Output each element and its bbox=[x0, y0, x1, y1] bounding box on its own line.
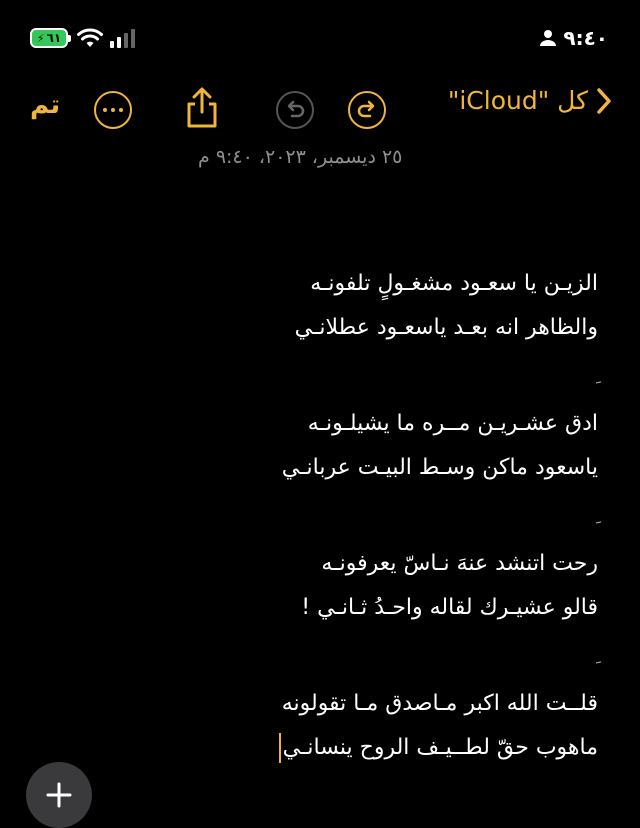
undo-button[interactable] bbox=[276, 91, 314, 129]
poem-line: قلــت الله اكبر مـاصدق مـا تقولونه bbox=[281, 691, 598, 716]
stanza: ادق عشـريـن مــره ما يشيلـونـه ياسعود ما… bbox=[38, 402, 598, 490]
stanza: قلــت الله اكبر مـاصدق مـا تقولونه ماهوب… bbox=[38, 682, 598, 770]
poem-line: الزيـن يا سعـود مشغـولٍ تلفونـه bbox=[310, 271, 598, 296]
redo-icon bbox=[357, 100, 375, 118]
note-body[interactable]: الزيـن يا سعـود مشغـولٍ تلفونـه والظاهر … bbox=[38, 262, 598, 770]
poem-line: قالو عشيـرك لقاله واحـدُ ثـانـي ! bbox=[301, 595, 598, 620]
stanza: الزيـن يا سعـود مشغـولٍ تلفونـه والظاهر … bbox=[38, 262, 598, 350]
status-bar: ⚡ ٦١ ٩:٤٠ bbox=[0, 22, 640, 56]
poem-line: ياسعود ماكن وسـط البيـت عربانـي bbox=[281, 455, 598, 480]
note-toolbar: تم كل "iCloud" bbox=[0, 82, 640, 138]
more-icon bbox=[101, 108, 125, 112]
person-icon bbox=[540, 30, 557, 46]
poem-line: رحت اتنشد عنهَ نـاسّ يعرفونـه bbox=[321, 551, 598, 576]
back-to-icloud-link[interactable]: كل "iCloud" bbox=[448, 86, 612, 115]
wifi-icon bbox=[77, 28, 103, 47]
stanza-separator bbox=[38, 630, 598, 682]
more-button[interactable] bbox=[94, 91, 132, 129]
undo-icon bbox=[287, 100, 305, 118]
plus-icon bbox=[46, 782, 72, 808]
new-note-button[interactable] bbox=[26, 762, 92, 828]
note-date: ٢٥ ديسمبر، ٢٠٢٣، ٩:٤٠ م bbox=[198, 146, 403, 168]
text-cursor bbox=[278, 733, 281, 763]
status-time: ٩:٤٠ bbox=[563, 26, 608, 50]
battery-icon: ⚡ ٦١ bbox=[30, 28, 71, 48]
poem-line-last: ماهوب حقّ لطــيـف الروح ينسانـي bbox=[38, 726, 598, 770]
share-icon[interactable] bbox=[184, 86, 220, 130]
done-button[interactable]: تم bbox=[30, 90, 60, 120]
chevron-icon bbox=[597, 87, 611, 114]
stanza: رحت اتنشد عنهَ نـاسّ يعرفونـه قالو عشيـر… bbox=[38, 542, 598, 630]
redo-button[interactable] bbox=[348, 91, 386, 129]
battery-level: ٦١ bbox=[46, 31, 62, 45]
stanza-separator bbox=[38, 490, 598, 542]
poem-line-text: ماهوب حقّ لطــيـف الروح ينسانـي bbox=[282, 735, 598, 760]
back-label: كل "iCloud" bbox=[447, 86, 588, 115]
poem-line: والظاهر انه بعـد ياسعـود عطلانـي bbox=[294, 315, 598, 340]
cellular-signal-icon bbox=[110, 28, 138, 48]
stanza-separator bbox=[38, 350, 598, 402]
poem-line: ادق عشـريـن مــره ما يشيلـونـه bbox=[307, 411, 598, 436]
status-right: ٩:٤٠ bbox=[539, 26, 608, 50]
